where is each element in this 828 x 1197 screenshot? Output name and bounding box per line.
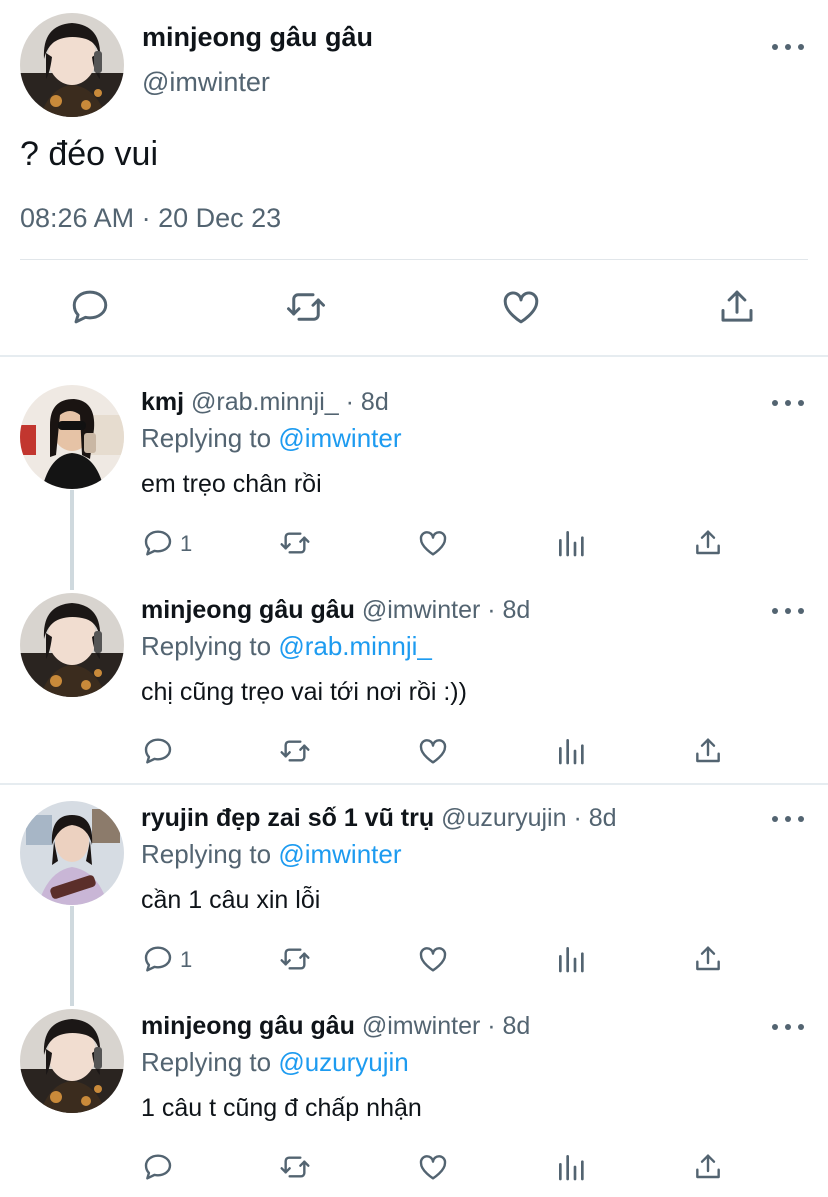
- avatar[interactable]: [20, 593, 124, 697]
- replying-to-link[interactable]: @imwinter: [278, 423, 401, 453]
- analytics-icon[interactable]: [555, 943, 587, 975]
- heart-icon[interactable]: [417, 1151, 449, 1183]
- reply-icon[interactable]: [142, 943, 174, 975]
- heart-icon[interactable]: [417, 735, 449, 767]
- analytics-icon[interactable]: [555, 1151, 587, 1183]
- share-icon[interactable]: [692, 1151, 724, 1183]
- reply-icon[interactable]: [142, 735, 174, 767]
- replying-to-link[interactable]: @rab.minnji_: [278, 631, 432, 661]
- more-icon[interactable]: [772, 813, 804, 825]
- more-icon[interactable]: [772, 397, 804, 409]
- analytics-icon[interactable]: [555, 735, 587, 767]
- replying-prefix: Replying to: [141, 631, 279, 661]
- divider: [20, 259, 808, 260]
- share-icon[interactable]: [692, 943, 724, 975]
- replying-to: Replying to @uzuryujin: [141, 1047, 409, 1078]
- replying-prefix: Replying to: [141, 423, 279, 453]
- display-name[interactable]: ryujin đẹp zai số 1 vũ trụ: [141, 804, 434, 832]
- reply-tweet[interactable]: kmj @rab.minnji_ · 8d Replying to @imwin…: [0, 385, 828, 585]
- display-name[interactable]: minjeong gâu gâu: [142, 22, 373, 53]
- reply-count: 1: [180, 531, 193, 556]
- retweet-icon[interactable]: [279, 735, 311, 767]
- display-name[interactable]: kmj: [141, 388, 184, 416]
- replying-prefix: Replying to: [141, 1047, 279, 1077]
- display-name[interactable]: minjeong gâu gâu: [141, 596, 355, 624]
- reply-count: 1: [180, 947, 193, 972]
- user-handle[interactable]: @imwinter · 8d: [355, 596, 530, 624]
- heart-icon[interactable]: [500, 286, 542, 328]
- reply-header: minjeong gâu gâu @imwinter · 8d: [141, 1012, 530, 1041]
- user-handle[interactable]: @rab.minnji_ · 8d: [184, 388, 389, 416]
- reply-header: ryujin đẹp zai số 1 vũ trụ @uzuryujin · …: [141, 804, 617, 833]
- retweet-icon[interactable]: [285, 286, 327, 328]
- main-tweet: minjeong gâu gâu @imwinter ? đéo vui 08:…: [0, 0, 828, 356]
- tweet-timestamp: 08:26 AM · 20 Dec 23: [20, 203, 282, 233]
- user-handle[interactable]: @uzuryujin · 8d: [434, 804, 616, 832]
- replying-to-link[interactable]: @imwinter: [278, 839, 401, 869]
- more-icon[interactable]: [772, 41, 804, 53]
- avatar[interactable]: [20, 385, 124, 489]
- avatar[interactable]: [20, 13, 124, 117]
- user-handle[interactable]: @imwinter · 8d: [355, 1012, 530, 1040]
- avatar[interactable]: [20, 1009, 124, 1113]
- retweet-icon[interactable]: [279, 943, 311, 975]
- heart-icon[interactable]: [417, 527, 449, 559]
- more-icon[interactable]: [772, 605, 804, 617]
- divider: [0, 783, 828, 785]
- reply-tweet[interactable]: ryujin đẹp zai số 1 vũ trụ @uzuryujin · …: [0, 801, 828, 1001]
- more-icon[interactable]: [772, 1021, 804, 1033]
- reply-icon[interactable]: [142, 1151, 174, 1183]
- analytics-icon[interactable]: [555, 527, 587, 559]
- share-icon[interactable]: [716, 286, 758, 328]
- share-icon[interactable]: [692, 735, 724, 767]
- reply-text: chị cũng trẹo vai tới nơi rồi :)): [141, 678, 467, 706]
- tweet-text: ? đéo vui: [20, 135, 158, 173]
- user-handle[interactable]: @imwinter: [142, 67, 270, 98]
- reply-icon[interactable]: [69, 286, 111, 328]
- replying-to-link[interactable]: @uzuryujin: [278, 1047, 408, 1077]
- divider: [0, 355, 828, 357]
- reply-text: cần 1 câu xin lỗi: [141, 886, 321, 914]
- reply-tweet[interactable]: minjeong gâu gâu @imwinter · 8d Replying…: [0, 1009, 828, 1197]
- reply-text: em trẹo chân rồi: [141, 470, 322, 498]
- replying-to: Replying to @imwinter: [141, 423, 402, 454]
- replying-prefix: Replying to: [141, 839, 279, 869]
- tweet-thread-page: minjeong gâu gâu @imwinter ? đéo vui 08:…: [0, 0, 828, 1197]
- reply-header: kmj @rab.minnji_ · 8d: [141, 388, 389, 417]
- reply-icon[interactable]: [142, 527, 174, 559]
- retweet-icon[interactable]: [279, 1151, 311, 1183]
- share-icon[interactable]: [692, 527, 724, 559]
- reply-text: 1 câu t cũng đ chấp nhận: [141, 1094, 422, 1122]
- reply-header: minjeong gâu gâu @imwinter · 8d: [141, 596, 530, 625]
- display-name[interactable]: minjeong gâu gâu: [141, 1012, 355, 1040]
- retweet-icon[interactable]: [279, 527, 311, 559]
- avatar[interactable]: [20, 801, 124, 905]
- replying-to: Replying to @rab.minnji_: [141, 631, 432, 662]
- heart-icon[interactable]: [417, 943, 449, 975]
- replying-to: Replying to @imwinter: [141, 839, 402, 870]
- reply-tweet[interactable]: minjeong gâu gâu @imwinter · 8d Replying…: [0, 593, 828, 783]
